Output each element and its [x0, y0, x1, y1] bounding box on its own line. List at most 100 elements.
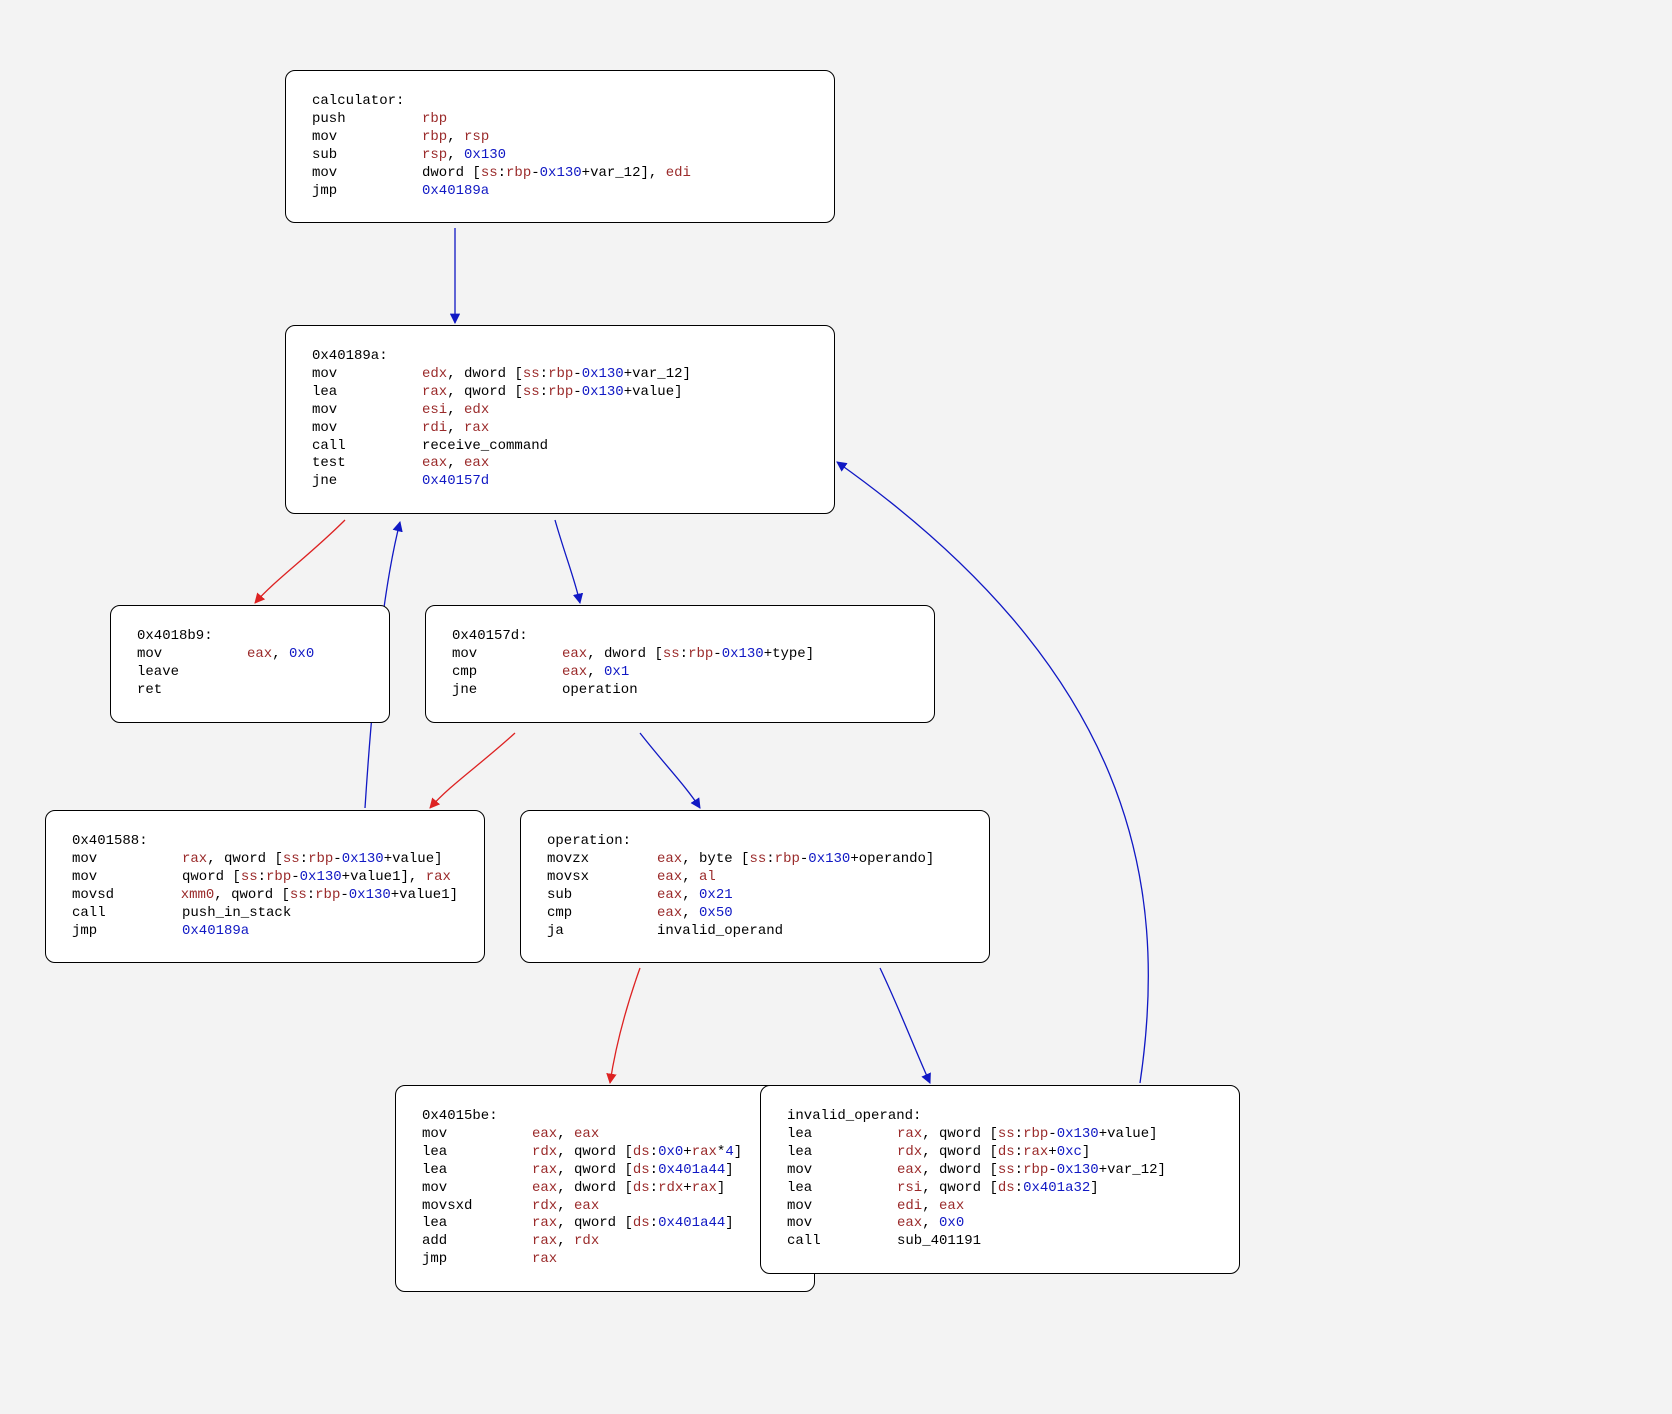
asm-line: movzxeax, byte [ss:rbp-0x130+operando]	[547, 851, 963, 869]
operand-token: al	[699, 869, 716, 887]
bb-n3: 0x40157d:moveax, dword [ss:rbp-0x130+typ…	[425, 605, 935, 723]
operand-token: :	[650, 1180, 658, 1198]
asm-line: learsi, qword [ds:0x401a32]	[787, 1180, 1213, 1198]
operand-token: qword [	[224, 851, 283, 869]
block-label: operation:	[547, 833, 963, 851]
mnemonic: mov	[72, 869, 182, 887]
operand-token: ,	[587, 664, 604, 682]
operand-token: ,	[447, 420, 464, 438]
operand-token: ,	[922, 1126, 939, 1144]
mnemonic: ja	[547, 923, 657, 941]
mnemonic: call	[787, 1233, 897, 1251]
mnemonic: mov	[452, 646, 562, 664]
bb-n1: 0x40189a:movedx, dword [ss:rbp-0x130+var…	[285, 325, 835, 514]
operand-token: ss	[523, 366, 540, 384]
operand-token: operation	[562, 682, 638, 700]
operand-token: :	[498, 165, 506, 183]
mnemonic: mov	[72, 851, 182, 869]
mnemonic: lea	[787, 1126, 897, 1144]
asm-line: learax, qword [ds:0x401a44]	[422, 1215, 788, 1233]
cfg-canvas: { "colors": { "bg": "#f3f3f3", "border":…	[0, 0, 1672, 1414]
operand-token: rax	[897, 1126, 922, 1144]
asm-line: callsub_401191	[787, 1233, 1213, 1251]
block-label: 0x40157d:	[452, 628, 908, 646]
asm-line: learax, qword [ss:rbp-0x130+value]	[787, 1126, 1213, 1144]
mnemonic: movsxd	[422, 1198, 532, 1216]
operand-token: 0x401a32	[1023, 1180, 1090, 1198]
mnemonic: mov	[422, 1180, 532, 1198]
operand-token: ss	[749, 851, 766, 869]
asm-line: jmprax	[422, 1251, 788, 1269]
operand-token: rbp	[422, 111, 447, 129]
operand-token: 0x40189a	[182, 923, 249, 941]
operand-token: rbp	[266, 869, 291, 887]
operand-token: qword [	[231, 887, 290, 905]
operand-token: ds	[998, 1180, 1015, 1198]
block-label: 0x401588:	[72, 833, 458, 851]
operand-token: ss	[523, 384, 540, 402]
operand-token: rax	[692, 1180, 717, 1198]
operand-token: :	[1015, 1144, 1023, 1162]
operand-token: ,	[557, 1233, 574, 1251]
operand-token: ,	[447, 147, 464, 165]
operand-token: eax	[939, 1198, 964, 1216]
operand-token: rdi	[422, 420, 447, 438]
asm-line: moveax, 0x0	[137, 646, 363, 664]
operand-token: 0x130	[808, 851, 850, 869]
operand-token: ]	[1090, 1180, 1098, 1198]
operand-token: ,	[922, 1215, 939, 1233]
edge-e3	[430, 733, 515, 808]
operand-token: qword [	[464, 384, 523, 402]
operand-token: rdx	[574, 1233, 599, 1251]
operand-token: dword [	[604, 646, 663, 664]
operand-token: qword [	[574, 1215, 633, 1233]
operand-token: :	[650, 1215, 658, 1233]
asm-line: subeax, 0x21	[547, 887, 963, 905]
operand-token: eax	[247, 646, 272, 664]
operand-token: ,	[447, 384, 464, 402]
operand-token: 0x130	[1057, 1162, 1099, 1180]
mnemonic: ret	[137, 682, 247, 700]
asm-line: moveax, eax	[422, 1126, 788, 1144]
block-label: 0x40189a:	[312, 348, 808, 366]
asm-line: ret	[137, 682, 363, 700]
operand-token: +operando]	[850, 851, 934, 869]
asm-line: jmp0x40189a	[72, 923, 458, 941]
operand-token: ,	[557, 1162, 574, 1180]
operand-token: :	[650, 1144, 658, 1162]
operand-token: -	[800, 851, 808, 869]
asm-line: moveax, dword [ds:rdx+rax]	[422, 1180, 788, 1198]
mnemonic: movzx	[547, 851, 657, 869]
operand-token: :	[307, 887, 315, 905]
edge-e4	[640, 733, 700, 808]
asm-line: pushrbp	[312, 111, 808, 129]
operand-token: ,	[447, 402, 464, 420]
operand-token: qword [	[939, 1144, 998, 1162]
asm-line: learax, qword [ss:rbp-0x130+value]	[312, 384, 808, 402]
asm-line: movdword [ss:rbp-0x130+var_12], edi	[312, 165, 808, 183]
operand-token: +	[1048, 1144, 1056, 1162]
operand-token: rsp	[422, 147, 447, 165]
operand-token: edx	[464, 402, 489, 420]
operand-token: :	[540, 366, 548, 384]
operand-token: 0x21	[699, 887, 733, 905]
operand-token: rbp	[548, 366, 573, 384]
operand-token: rsi	[897, 1180, 922, 1198]
operand-token: +value1],	[342, 869, 426, 887]
operand-token: 0x40157d	[422, 473, 489, 491]
asm-line: learax, qword [ds:0x401a44]	[422, 1162, 788, 1180]
operand-token: rax	[1023, 1144, 1048, 1162]
operand-token: +value]	[384, 851, 443, 869]
operand-token: -	[333, 851, 341, 869]
operand-token: ss	[283, 851, 300, 869]
mnemonic: mov	[787, 1162, 897, 1180]
mnemonic: movsx	[547, 869, 657, 887]
asm-line: movedi, eax	[787, 1198, 1213, 1216]
operand-token: ,	[272, 646, 289, 664]
operand-token: rbp	[506, 165, 531, 183]
mnemonic: mov	[787, 1198, 897, 1216]
edge-e2	[555, 520, 580, 603]
operand-token: 0x130	[582, 384, 624, 402]
operand-token: qword [	[939, 1126, 998, 1144]
operand-token: ]	[725, 1215, 733, 1233]
